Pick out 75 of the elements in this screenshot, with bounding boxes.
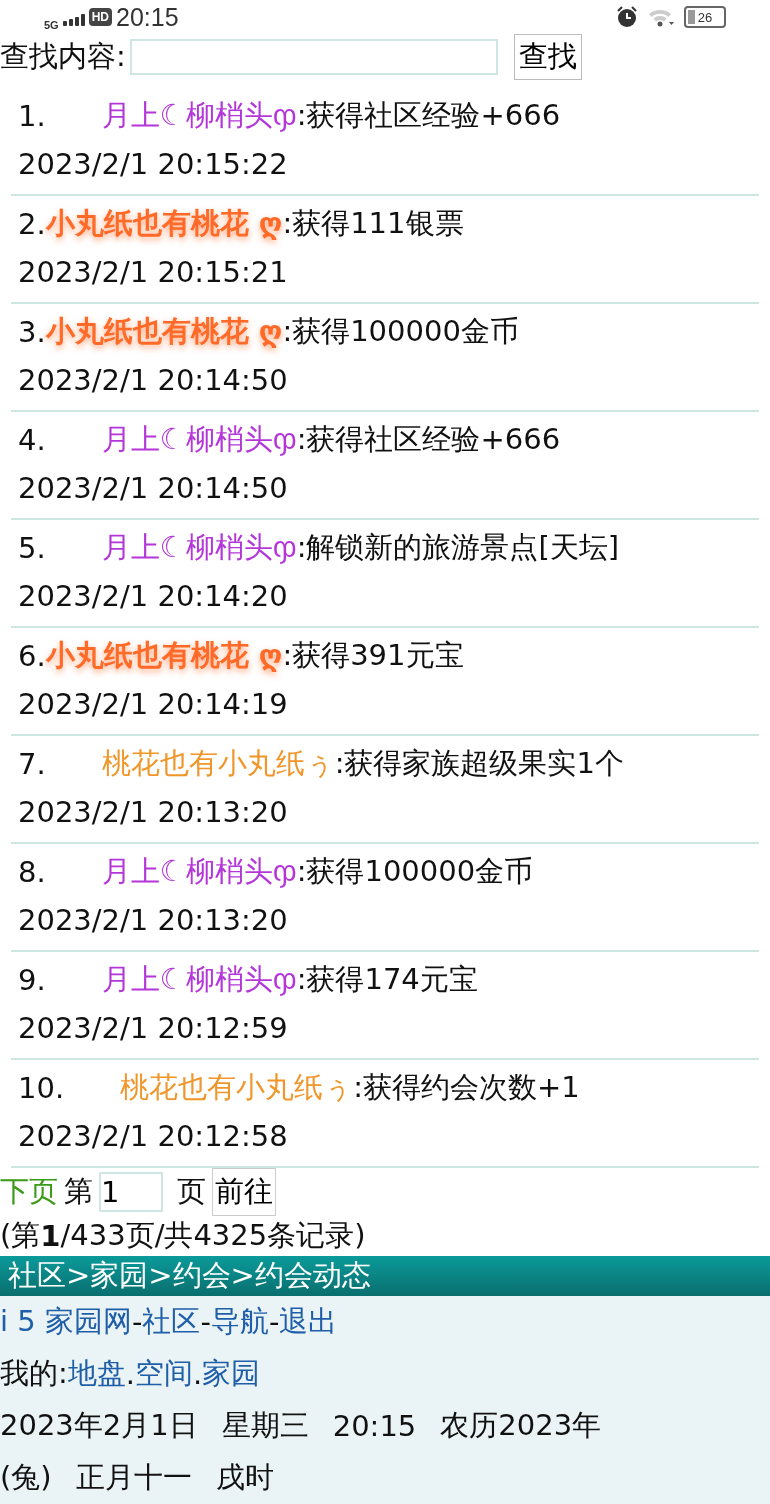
page-suffix: 页 — [177, 1173, 206, 1210]
record-time: 2023/2/1 20:14:50 — [18, 470, 289, 507]
record-action: :获得111银票 — [282, 205, 464, 242]
user-name[interactable]: 小丸纸也有桃花 ღ — [45, 204, 283, 244]
record-action: :解锁新的旅游景点[天坛] — [296, 529, 620, 566]
separator: . — [193, 1357, 203, 1391]
wifi-icon — [648, 7, 674, 27]
record-time: 2023/2/1 20:15:22 — [18, 146, 289, 183]
alarm-icon — [616, 6, 638, 28]
mine-link[interactable]: 空间 — [135, 1354, 193, 1394]
nav-link[interactable]: 社区 — [142, 1302, 201, 1342]
record-number: 10. — [18, 1071, 65, 1105]
separator: - — [131, 1305, 143, 1339]
mine-link[interactable]: 地盘 — [67, 1354, 126, 1394]
clock-time: 20:15 — [116, 2, 179, 32]
record-time: 2023/2/1 20:15:21 — [18, 254, 289, 291]
nav-link[interactable]: 退出 — [279, 1302, 338, 1342]
record-time: 2023/2/1 20:12:59 — [18, 1010, 289, 1047]
user-name[interactable]: 月上☾柳梢头ჶ — [101, 528, 297, 568]
search-field[interactable] — [129, 39, 498, 75]
record-number: 7. — [18, 747, 46, 781]
record-time: 2023/2/1 20:14:20 — [18, 578, 289, 615]
date-text: 20:15 — [332, 1409, 417, 1443]
separator: . — [125, 1357, 135, 1391]
lunar-text: 正月十一 — [75, 1459, 192, 1496]
separator: - — [200, 1305, 211, 1339]
search-button[interactable]: 查找 — [513, 34, 582, 80]
user-name[interactable]: 月上☾柳梢头ჶ — [101, 852, 297, 892]
record-number: 9. — [18, 963, 46, 997]
record-number: 4. — [18, 423, 46, 457]
mine-link[interactable]: 家园 — [202, 1354, 261, 1394]
record-action: :获得174元宝 — [296, 961, 478, 998]
date-text: 农历2023年 — [440, 1407, 602, 1444]
record-action: :获得100000金币 — [296, 853, 534, 890]
search-label: 查找内容: — [0, 38, 126, 75]
date-text: 2023年2月1日 — [0, 1407, 198, 1444]
user-name[interactable]: 月上☾柳梢头ჶ — [101, 96, 297, 136]
user-name[interactable]: 月上☾柳梢头ჶ — [101, 960, 297, 1000]
next-page-link[interactable]: 下页 — [0, 1172, 58, 1212]
record-number: 8. — [18, 855, 46, 889]
record-time: 2023/2/1 20:13:20 — [18, 794, 289, 831]
page-prefix: 第 — [64, 1173, 93, 1210]
nav-link[interactable]: i 5 家园网 — [0, 1302, 132, 1342]
separator: - — [268, 1305, 280, 1339]
user-name[interactable]: 小丸纸也有桃花 ღ — [45, 636, 283, 676]
record-number: 2. — [18, 207, 46, 241]
record-time: 2023/2/1 20:13:20 — [18, 902, 289, 939]
user-name[interactable]: 小丸纸也有桃花 ღ — [45, 312, 283, 352]
record-action: :获得社区经验+666 — [296, 421, 561, 458]
hd-badge: HD — [88, 8, 113, 26]
record-action: :获得100000金币 — [282, 313, 519, 350]
record-action: :获得家族超级果实1个 — [334, 745, 624, 782]
lunar-text: (兔) — [0, 1459, 52, 1496]
record-action: :获得约会次数+1 — [353, 1069, 580, 1106]
date-text: 星期三 — [221, 1407, 309, 1444]
battery-icon: 26 — [684, 6, 726, 28]
network-label: 5G — [44, 18, 59, 31]
signal-icon — [62, 14, 85, 26]
user-name[interactable]: 月上☾柳梢头ჶ — [101, 420, 297, 460]
record-action: :获得391元宝 — [282, 637, 464, 674]
record-number: 5. — [18, 531, 46, 565]
record-time: 2023/2/1 20:14:19 — [18, 686, 289, 723]
record-number: 6. — [18, 639, 46, 673]
record-time: 2023/2/1 20:12:58 — [18, 1118, 289, 1155]
go-button[interactable]: 前往 — [212, 1168, 276, 1216]
record-number: 1. — [18, 99, 46, 133]
mine-label: 我的: — [0, 1355, 68, 1392]
breadcrumb-bar: 社区>家园>约会>约会动态 — [0, 1256, 770, 1296]
page-field[interactable]: 1 — [99, 1172, 163, 1212]
nav-link[interactable]: 导航 — [210, 1302, 269, 1342]
record-time: 2023/2/1 20:14:50 — [18, 362, 289, 399]
record-action: :获得社区经验+666 — [296, 97, 561, 134]
page-summary: (第1/433页/共4325条记录) — [0, 1217, 367, 1255]
lunar-text: 戌时 — [215, 1459, 274, 1496]
record-number: 3. — [18, 315, 46, 349]
